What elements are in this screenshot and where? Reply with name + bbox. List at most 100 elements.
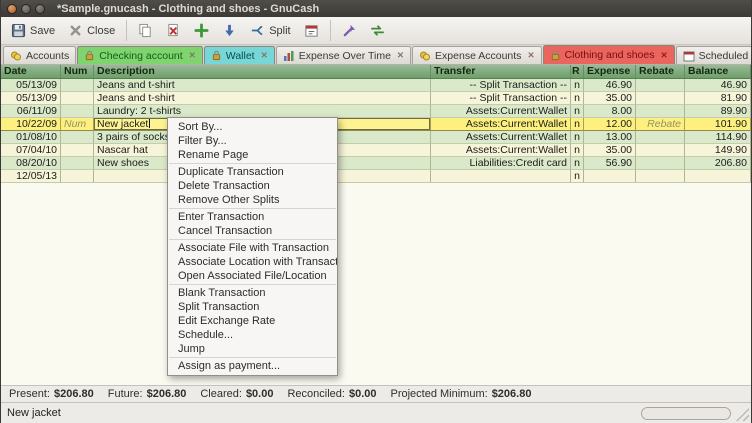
cell-balance[interactable]: 149.90 [685,144,751,157]
cell-balance[interactable]: 101.90 [685,118,751,131]
cell-date[interactable]: 05/13/09 [1,79,61,92]
menu-item-split-transaction[interactable]: Split Transaction [168,300,337,314]
cell-date[interactable]: 10/22/09 [1,118,61,131]
cell-date[interactable]: 01/08/10 [1,131,61,144]
duplicate-button[interactable] [132,20,159,41]
menu-item-duplicate-transaction[interactable]: Duplicate Transaction [168,165,337,179]
cell-r[interactable]: n [571,118,584,131]
menu-item-open-associated-file-location[interactable]: Open Associated File/Location [168,269,337,283]
cell-transfer[interactable]: Assets:Current:Wallet [431,118,571,131]
cell-balance[interactable]: 206.80 [685,157,751,170]
cell-date[interactable]: 08/20/10 [1,157,61,170]
cell-date[interactable]: 07/04/10 [1,144,61,157]
save-button[interactable]: Save [5,20,61,41]
cell-balance[interactable]: 81.90 [685,92,751,105]
cell-rebate[interactable] [636,79,685,92]
cell-expense[interactable]: 56.90 [584,157,636,170]
menu-item-edit-exchange-rate[interactable]: Edit Exchange Rate [168,314,337,328]
cell-transfer[interactable]: Assets:Current:Wallet [431,131,571,144]
cell-num[interactable] [61,170,94,183]
blank-button[interactable] [188,20,215,41]
cell-transfer[interactable]: -- Split Transaction -- [431,92,571,105]
cell-r[interactable]: n [571,105,584,118]
cell-transfer[interactable]: Assets:Current:Wallet [431,144,571,157]
transaction-row-6[interactable]: 07/04/10Nascar hatAssets:Current:Walletn… [1,144,751,157]
cell-expense[interactable]: 12.00 [584,118,636,131]
transfer-button[interactable] [364,20,391,41]
cell-r[interactable]: n [571,157,584,170]
tab-checking-account[interactable]: Checking account✕ [77,46,203,64]
transaction-row-2[interactable]: 05/13/09Jeans and t-shirt-- Split Transa… [1,92,751,105]
cell-balance[interactable] [685,170,751,183]
tab-close-icon[interactable]: ✕ [261,50,268,61]
cell-num[interactable] [61,79,94,92]
menu-item-enter-transaction[interactable]: Enter Transaction [168,210,337,224]
transaction-row-4[interactable]: 10/22/09NumNew jacketAssets:Current:Wall… [1,118,751,131]
cell-num[interactable] [61,144,94,157]
cell-transfer[interactable]: Liabilities:Credit card [431,157,571,170]
menu-item-remove-other-splits[interactable]: Remove Other Splits [168,193,337,207]
split-button[interactable]: Split [244,20,296,41]
tab-expense-over-time[interactable]: Expense Over Time✕ [276,46,411,64]
cell-num[interactable] [61,105,94,118]
cell-num[interactable]: Num [61,118,94,131]
menu-item-assign-as-payment[interactable]: Assign as payment... [168,359,337,373]
close-button[interactable]: Close [62,20,121,41]
tab-scheduled-transactions[interactable]: Scheduled Transactions✕ [676,46,752,64]
cell-rebate[interactable] [636,105,685,118]
resize-grip[interactable] [736,408,749,421]
delete-button[interactable] [160,20,187,41]
cell-r[interactable]: n [571,144,584,157]
window-close-button[interactable] [7,4,17,14]
tab-accounts[interactable]: Accounts [3,46,76,64]
cell-date[interactable]: 12/05/13 [1,170,61,183]
cell-expense[interactable]: 46.90 [584,79,636,92]
cell-balance[interactable]: 114.90 [685,131,751,144]
schedule-button[interactable] [298,20,325,41]
transaction-row-3[interactable]: 06/11/09Laundry: 2 t-shirtsAssets:Curren… [1,105,751,118]
titlebar[interactable]: *Sample.gnucash - Clothing and shoes - G… [1,0,751,17]
cell-r[interactable]: n [571,131,584,144]
cell-rebate[interactable]: Rebate [636,118,685,131]
menu-item-rename-page[interactable]: Rename Page [168,148,337,162]
cell-rebate[interactable] [636,92,685,105]
cell-balance[interactable]: 46.90 [685,79,751,92]
tab-close-icon[interactable]: ✕ [189,50,196,61]
cell-date[interactable]: 06/11/09 [1,105,61,118]
cell-desc[interactable]: Jeans and t-shirt [94,79,431,92]
menu-item-delete-transaction[interactable]: Delete Transaction [168,179,337,193]
cell-num[interactable] [61,131,94,144]
cell-num[interactable] [61,157,94,170]
menu-item-sort-by[interactable]: Sort By... [168,120,337,134]
cell-desc[interactable]: Jeans and t-shirt [94,92,431,105]
menu-item-filter-by[interactable]: Filter By... [168,134,337,148]
cell-rebate[interactable] [636,144,685,157]
transaction-row-7[interactable]: 08/20/10New shoesLiabilities:Credit card… [1,157,751,170]
cell-r[interactable]: n [571,92,584,105]
enter-button[interactable] [216,20,243,41]
menu-item-associate-location-with-transaction[interactable]: Associate Location with Transaction [168,255,337,269]
cell-expense[interactable]: 35.00 [584,92,636,105]
cell-r[interactable]: n [571,79,584,92]
menu-item-jump[interactable]: Jump [168,342,337,356]
tab-close-icon[interactable]: ✕ [527,50,534,61]
menu-item-associate-file-with-transaction[interactable]: Associate File with Transaction [168,241,337,255]
cell-r[interactable]: n [571,170,584,183]
jump-button[interactable] [336,20,363,41]
tab-wallet[interactable]: Wallet✕ [204,46,275,64]
cell-rebate[interactable] [636,131,685,144]
cell-transfer[interactable] [431,170,571,183]
cell-expense[interactable]: 13.00 [584,131,636,144]
tab-expense-accounts[interactable]: Expense Accounts✕ [412,46,542,64]
cell-rebate[interactable] [636,157,685,170]
window-maximize-button[interactable] [35,4,45,14]
cell-balance[interactable]: 89.90 [685,105,751,118]
cell-transfer[interactable]: Assets:Current:Wallet [431,105,571,118]
cell-transfer[interactable]: -- Split Transaction -- [431,79,571,92]
transaction-row-1[interactable]: 05/13/09 Jeans and t-shirt-- Split Transa… [1,79,751,92]
transaction-row-5[interactable]: 01/08/103 pairs of socksAssets:Current:W… [1,131,751,144]
tab-clothing-and-shoes[interactable]: Clothing and shoes✕ [543,45,675,64]
menu-item-blank-transaction[interactable]: Blank Transaction [168,286,337,300]
window-minimize-button[interactable] [21,4,31,14]
cell-expense[interactable] [584,170,636,183]
